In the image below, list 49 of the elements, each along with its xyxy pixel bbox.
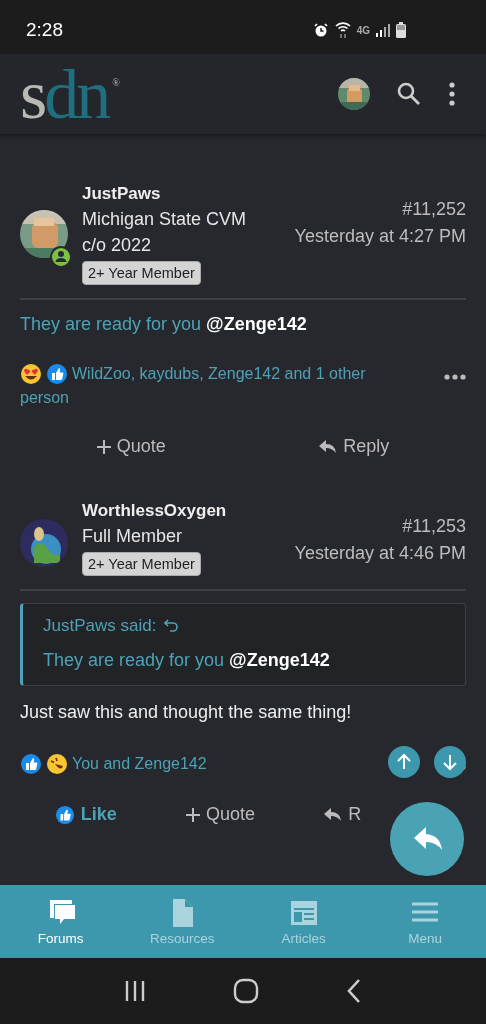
- post-message: They are ready for you @Zenge142: [20, 313, 308, 336]
- author-name[interactable]: WorthlessOxygen: [82, 499, 295, 523]
- post-number[interactable]: #11,253: [402, 513, 466, 540]
- more-options-icon[interactable]: [444, 374, 466, 380]
- back-icon[interactable]: [345, 978, 363, 1004]
- status-time: 2:28: [26, 19, 63, 41]
- plus-icon: [185, 807, 200, 822]
- laughing-emoji-icon: [46, 753, 68, 775]
- heart-eyes-emoji-icon: [20, 363, 42, 385]
- post-time[interactable]: Yesterday at 4:27 PM: [294, 223, 466, 250]
- alarm-icon: [312, 22, 329, 38]
- network-type: 4G: [356, 24, 370, 36]
- quote-author[interactable]: JustPaws said:: [43, 616, 157, 636]
- quote-button[interactable]: Quote: [185, 804, 255, 825]
- reaction-list[interactable]: WildZoo, kaydubs, Zenge142 and 1 other person: [20, 362, 384, 410]
- thumbs-up-icon: [46, 363, 68, 385]
- reply-arrow-icon: [319, 439, 338, 454]
- user-title: Michigan State CVM: [82, 208, 248, 231]
- scroll-up-button[interactable]: [388, 746, 420, 778]
- user-title: Full Member: [82, 525, 184, 548]
- reaction-list[interactable]: You and Zenge142: [20, 752, 384, 776]
- plus-icon: [96, 439, 111, 454]
- reply-button[interactable]: Reply: [319, 436, 390, 457]
- signal-icon: [376, 23, 390, 37]
- thumbs-up-icon: [20, 753, 42, 775]
- quote-button[interactable]: Quote: [96, 436, 166, 457]
- site-logo[interactable]: sdn$^{®}$: [20, 60, 120, 130]
- scroll-down-button[interactable]: [434, 746, 466, 778]
- member-badge: 2+ Year Member: [82, 552, 201, 576]
- reply-arrow-icon: [324, 807, 343, 822]
- online-status-icon: [50, 246, 72, 268]
- reply-fab[interactable]: [390, 802, 464, 876]
- wifi-icon: [334, 21, 351, 39]
- post-number[interactable]: #11,252: [402, 196, 466, 223]
- member-badge: 2+ Year Member: [82, 261, 201, 285]
- author-name[interactable]: JustPaws: [82, 182, 295, 206]
- return-arrow-icon[interactable]: [164, 618, 181, 634]
- recent-apps-icon[interactable]: [123, 979, 147, 1003]
- post-message: Just saw this and thought the same thing!: [20, 701, 353, 724]
- thumbs-up-icon: [54, 804, 75, 825]
- more-icon[interactable]: [448, 82, 456, 106]
- user-title: c/o 2022: [82, 234, 153, 257]
- quote-text: They are ready for you @Zenge142: [43, 650, 331, 671]
- battery-icon: [396, 22, 406, 38]
- search-icon[interactable]: [396, 81, 422, 107]
- post-time[interactable]: Yesterday at 4:46 PM: [294, 540, 466, 567]
- home-icon[interactable]: [233, 978, 259, 1004]
- like-button[interactable]: Like: [54, 804, 117, 825]
- reply-button[interactable]: R: [324, 804, 362, 825]
